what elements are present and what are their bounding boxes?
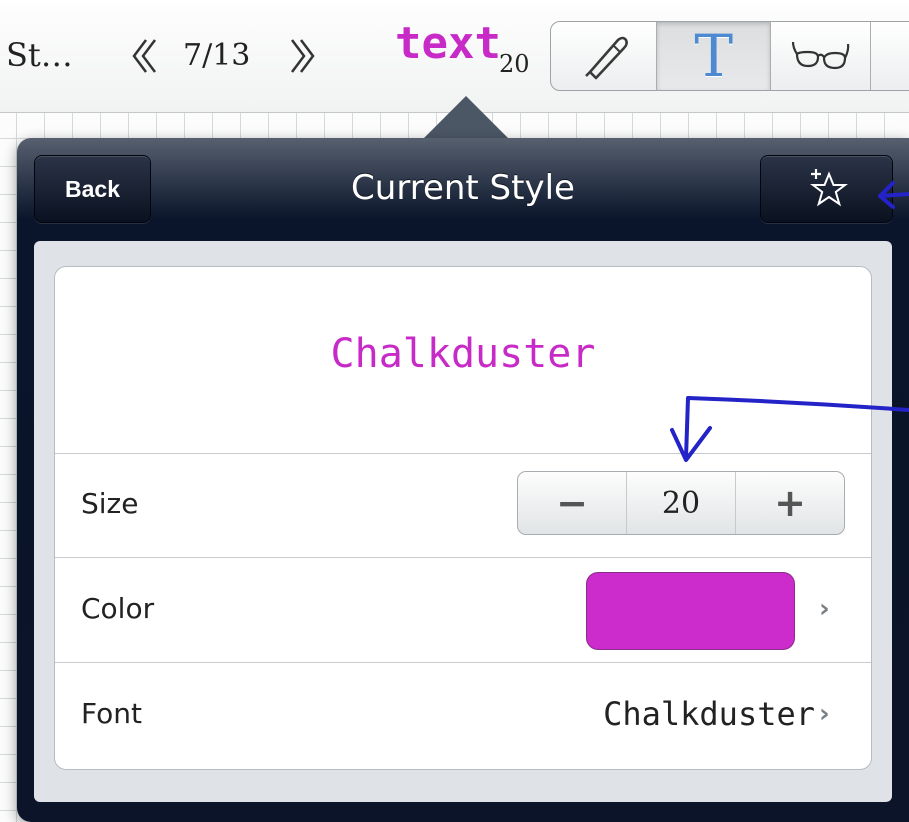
- size-row: Size − 20 +: [55, 453, 871, 558]
- page-indicator: 7/13: [183, 38, 251, 73]
- font-label: Font: [81, 697, 142, 730]
- tool-segmented-control: T: [550, 21, 909, 91]
- color-label: Color: [81, 592, 155, 625]
- font-preview-text: Chalkduster: [330, 331, 596, 377]
- view-tool-button[interactable]: [771, 22, 872, 90]
- size-increase-button[interactable]: +: [736, 472, 844, 534]
- color-swatch[interactable]: [586, 572, 795, 650]
- current-style-popover: Back Current Style Chalkduster Size − 20…: [17, 138, 909, 822]
- more-tool-button[interactable]: [871, 22, 909, 90]
- style-card: Chalkduster Size − 20 + Color › Font Cha…: [54, 266, 872, 770]
- size-value: 20: [627, 472, 736, 534]
- chevron-right-icon: ›: [819, 699, 830, 729]
- current-mode-label[interactable]: text: [395, 18, 501, 69]
- text-T-icon: T: [694, 22, 734, 90]
- font-value: Chalkduster: [603, 695, 815, 733]
- size-label: Size: [81, 487, 139, 520]
- add-favorite-button[interactable]: [760, 155, 893, 223]
- size-stepper: − 20 +: [517, 471, 845, 535]
- font-row[interactable]: Font Chalkduster ›: [55, 663, 871, 767]
- current-mode-size: 20: [499, 50, 530, 78]
- style-content-panel: Chalkduster Size − 20 + Color › Font Cha…: [34, 241, 892, 802]
- text-tool-button[interactable]: T: [657, 22, 772, 90]
- popover-arrow: [419, 96, 513, 143]
- color-row[interactable]: Color ›: [55, 558, 871, 663]
- next-page-icon[interactable]: [285, 36, 323, 76]
- font-preview: Chalkduster: [55, 267, 871, 454]
- pen-tool-button[interactable]: [551, 22, 658, 90]
- glasses-icon: [791, 41, 850, 70]
- star-plus-icon: [809, 169, 848, 207]
- document-title[interactable]: St…: [6, 36, 73, 74]
- pen-icon: [584, 36, 628, 80]
- previous-page-icon[interactable]: [124, 36, 162, 76]
- size-decrease-button[interactable]: −: [518, 472, 627, 534]
- chevron-right-icon: ›: [819, 594, 830, 624]
